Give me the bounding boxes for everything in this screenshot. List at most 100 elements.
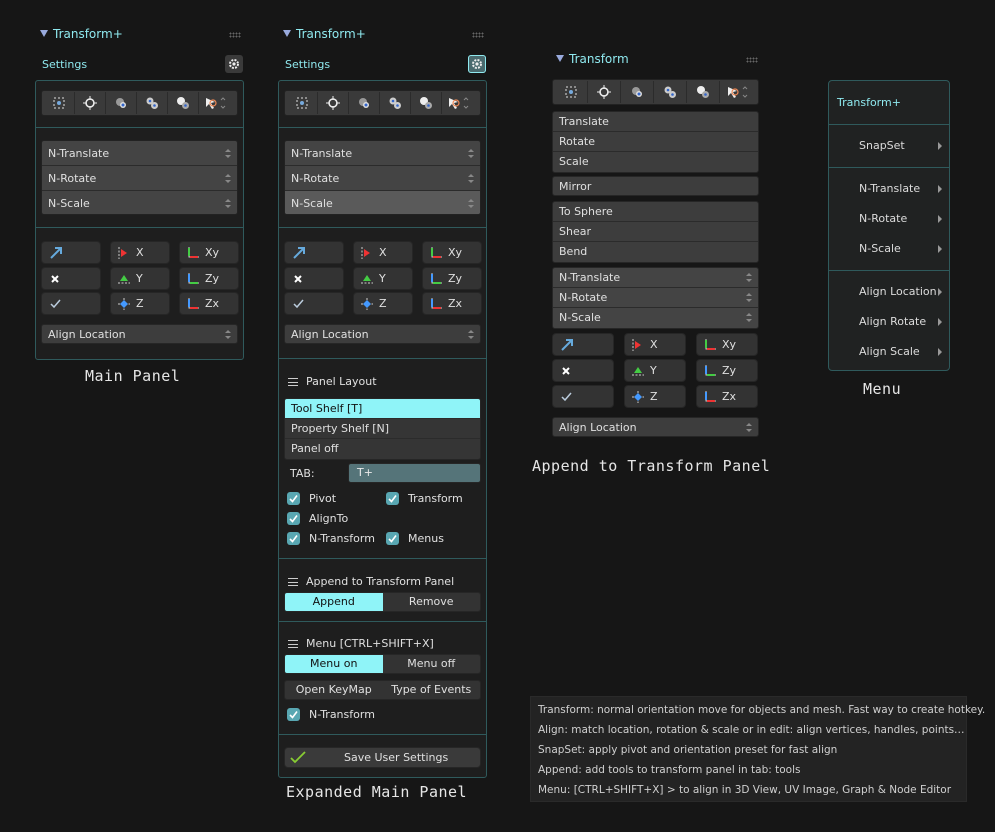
snap-bbox-icon[interactable] [287, 92, 318, 114]
n-translate-field[interactable]: N-Translate [285, 141, 480, 166]
align-zx-button[interactable]: Zx [179, 292, 239, 315]
snap-active-icon[interactable] [168, 92, 199, 114]
align-apply-button[interactable] [284, 241, 344, 264]
snap-active-icon[interactable] [687, 81, 720, 103]
menu-on-button[interactable]: Menu on [285, 655, 383, 673]
drag-grip-icon[interactable] [229, 32, 241, 38]
option-panel-off[interactable]: Panel off [285, 439, 480, 459]
menu-item-align-location[interactable]: Align Location [859, 285, 937, 298]
to-sphere-button[interactable]: To Sphere [553, 202, 758, 222]
snap-tool-dropdown-icon[interactable] [199, 92, 230, 114]
align-apply-button[interactable] [41, 241, 101, 264]
align-zy-button[interactable]: Zy [422, 267, 482, 290]
align-x-button[interactable]: X [353, 241, 413, 264]
transform-panel-title[interactable]: Transform [556, 51, 629, 67]
append-section-header[interactable]: Append to Transform Panel [288, 575, 454, 589]
rotate-button[interactable]: Rotate [553, 132, 758, 152]
snap-individual-icon[interactable] [654, 81, 687, 103]
align-zy-button[interactable]: Zy [696, 359, 758, 382]
align-z-button[interactable]: Z [624, 385, 686, 408]
align-confirm-button[interactable] [284, 292, 344, 315]
snap-cursor-icon[interactable] [318, 92, 349, 114]
snap-tool-dropdown-icon[interactable] [720, 81, 753, 103]
save-user-settings-button[interactable]: Save User Settings [284, 747, 481, 768]
n-rotate-field[interactable]: N-Rotate [42, 166, 237, 191]
type-of-events-button[interactable]: Type of Events [382, 681, 480, 699]
menus-checkbox[interactable]: Menus [386, 532, 444, 545]
n-transform-checkbox[interactable]: N-Transform [287, 532, 375, 545]
snap-median-icon[interactable] [621, 81, 654, 103]
snap-active-icon[interactable] [411, 92, 442, 114]
align-zy-button[interactable]: Zy [179, 267, 239, 290]
remove-button[interactable]: Remove [382, 593, 480, 611]
align-z-button[interactable]: Z [353, 292, 413, 315]
align-xy-button[interactable]: Xy [696, 333, 758, 356]
snap-individual-icon[interactable] [380, 92, 411, 114]
align-x-button[interactable]: X [624, 333, 686, 356]
transform-checkbox[interactable]: Transform [386, 492, 463, 505]
align-location-dropdown[interactable]: Align Location [41, 324, 238, 344]
snap-tool-dropdown-icon[interactable] [442, 92, 473, 114]
align-y-button[interactable]: Y [353, 267, 413, 290]
pivot-checkbox[interactable]: Pivot [287, 492, 336, 505]
align-confirm-button[interactable] [552, 385, 614, 408]
snap-bbox-icon[interactable] [44, 92, 75, 114]
snap-cursor-icon[interactable] [75, 92, 106, 114]
n-translate-field[interactable]: N-Translate [553, 268, 758, 288]
menu-item-n-rotate[interactable]: N-Rotate [859, 212, 907, 225]
snap-median-icon[interactable] [349, 92, 380, 114]
menu-item-snapset[interactable]: SnapSet [859, 139, 905, 152]
align-z-button[interactable]: Z [110, 292, 170, 315]
panel-layout-header[interactable]: Panel Layout [288, 375, 377, 389]
menu-item-n-scale[interactable]: N-Scale [859, 242, 901, 255]
n-rotate-field[interactable]: N-Rotate [285, 166, 480, 191]
align-cancel-button[interactable] [41, 267, 101, 290]
align-xy-button[interactable]: Xy [422, 241, 482, 264]
snap-cursor-icon[interactable] [588, 81, 621, 103]
snap-bbox-icon[interactable] [555, 81, 588, 103]
n-scale-field[interactable]: N-Scale [42, 191, 237, 214]
main-panel-title[interactable]: Transform+ [40, 26, 123, 42]
alignto-checkbox[interactable]: AlignTo [287, 512, 348, 525]
scale-button[interactable]: Scale [553, 152, 758, 172]
drag-grip-icon[interactable] [472, 32, 484, 38]
menu-section-header[interactable]: Menu [CTRL+SHIFT+X] [288, 637, 434, 651]
option-tool-shelf[interactable]: Tool Shelf [T] [285, 399, 480, 419]
align-confirm-button[interactable] [41, 292, 101, 315]
align-location-dropdown[interactable]: Align Location [284, 324, 481, 344]
align-cancel-button[interactable] [552, 359, 614, 382]
expanded-panel-title[interactable]: Transform+ [283, 26, 366, 42]
bend-button[interactable]: Bend [553, 242, 758, 262]
menu-n-transform-checkbox[interactable]: N-Transform [287, 708, 375, 721]
align-apply-button[interactable] [552, 333, 614, 356]
snap-median-icon[interactable] [106, 92, 137, 114]
align-y-button[interactable]: Y [624, 359, 686, 382]
menu-item-align-scale[interactable]: Align Scale [859, 345, 920, 358]
n-scale-field[interactable]: N-Scale [285, 191, 480, 214]
menu-item-n-translate[interactable]: N-Translate [859, 182, 920, 195]
align-zx-button[interactable]: Zx [696, 385, 758, 408]
align-xy-button[interactable]: Xy [179, 241, 239, 264]
option-property-shelf[interactable]: Property Shelf [N] [285, 419, 480, 439]
close-icon [562, 366, 570, 375]
n-scale-field[interactable]: N-Scale [553, 308, 758, 328]
n-rotate-field[interactable]: N-Rotate [553, 288, 758, 308]
align-y-button[interactable]: Y [110, 267, 170, 290]
mirror-button[interactable]: Mirror [552, 176, 759, 196]
append-button[interactable]: Append [285, 593, 383, 611]
drag-grip-icon[interactable] [746, 57, 758, 63]
settings-gear-button[interactable] [225, 55, 243, 73]
open-keymap-button[interactable]: Open KeyMap [285, 681, 383, 699]
translate-button[interactable]: Translate [553, 112, 758, 132]
menu-off-button[interactable]: Menu off [382, 655, 480, 673]
snap-individual-icon[interactable] [137, 92, 168, 114]
n-translate-field[interactable]: N-Translate [42, 141, 237, 166]
align-location-dropdown[interactable]: Align Location [552, 417, 759, 437]
menu-item-align-rotate[interactable]: Align Rotate [859, 315, 926, 328]
shear-button[interactable]: Shear [553, 222, 758, 242]
align-cancel-button[interactable] [284, 267, 344, 290]
tab-name-input[interactable]: T+ [348, 463, 481, 483]
align-zx-button[interactable]: Zx [422, 292, 482, 315]
align-x-button[interactable]: X [110, 241, 170, 264]
settings-gear-button[interactable] [468, 55, 486, 73]
